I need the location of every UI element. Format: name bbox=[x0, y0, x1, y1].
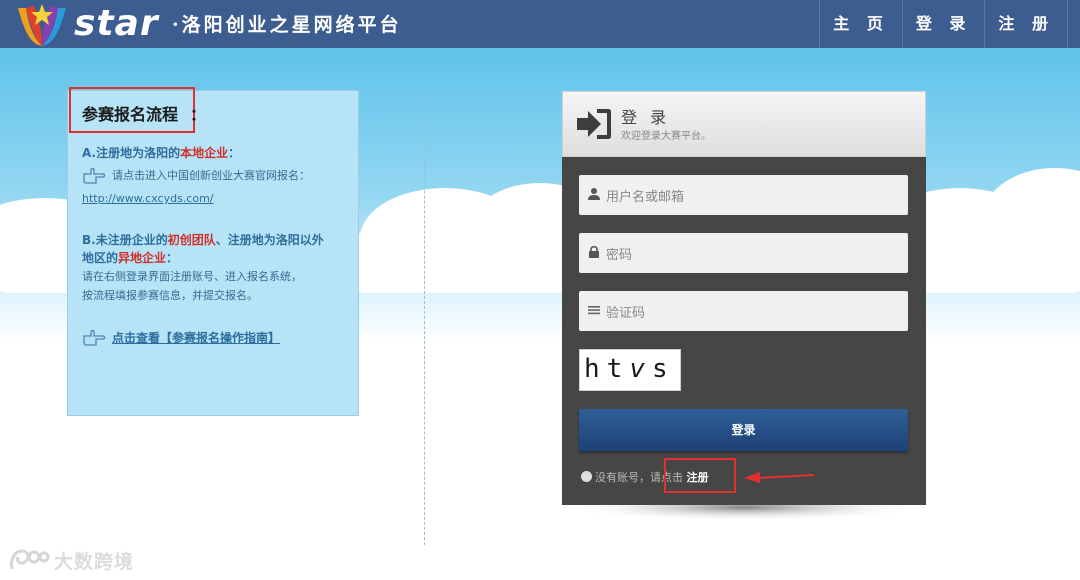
pointing-hand-icon bbox=[83, 329, 106, 346]
login-subtitle: 欢迎登录大赛平台。 bbox=[621, 131, 711, 142]
instruction-line-1: 请在右侧登录界面注册账号、进入报名系统， bbox=[82, 270, 302, 283]
main-nav: 主 页 登 录 注 册 bbox=[819, 0, 1068, 48]
captcha-char: s bbox=[651, 354, 675, 384]
registration-process-panel: 参赛报名流程 ： A.注册地为洛阳的本地企业： 请点击进入中国创新创业大赛官网报… bbox=[67, 87, 359, 416]
user-icon bbox=[588, 188, 600, 200]
register-annotation-box bbox=[664, 458, 736, 493]
section-b-highlight-1: 初创团队 bbox=[167, 233, 216, 247]
sign-in-icon bbox=[577, 109, 611, 139]
login-form: 用户名或邮箱 密码 验证码 htvs 登录 没有账号，请点击 注册 bbox=[562, 157, 926, 505]
panel-shadow bbox=[562, 505, 926, 527]
top-navbar: star ·洛阳创业之星网络平台 主 页 登 录 注 册 bbox=[0, 0, 1080, 48]
logo-text: star bbox=[74, 3, 159, 44]
official-site-hint: 请点击进入中国创新创业大赛官网报名： bbox=[112, 169, 310, 182]
nav-register[interactable]: 注 册 bbox=[984, 0, 1068, 48]
password-input[interactable]: 密码 bbox=[579, 233, 908, 273]
captcha-text: htvs bbox=[584, 354, 675, 384]
section-b-heading-line2: 地区的异地企业： bbox=[82, 249, 178, 267]
login-header: 登 录 欢迎登录大赛平台。 bbox=[562, 91, 926, 157]
section-a-suffix: ： bbox=[228, 146, 241, 160]
password-placeholder: 密码 bbox=[606, 248, 633, 263]
pointing-hand-icon bbox=[83, 167, 106, 184]
section-b-prefix: B.未注册企业的 bbox=[82, 233, 168, 247]
section-b-middle: 、注册地为洛阳以外 bbox=[215, 233, 324, 247]
logo-icon bbox=[18, 4, 66, 46]
login-title: 登 录 bbox=[621, 108, 671, 127]
official-site-link[interactable]: http://www.cxcyds.com/ bbox=[82, 192, 214, 205]
section-b-highlight-2: 异地企业 bbox=[118, 251, 167, 265]
vertical-divider bbox=[424, 90, 425, 545]
section-a-heading: A.注册地为洛阳的本地企业： bbox=[82, 144, 240, 162]
section-a-highlight: 本地企业 bbox=[180, 146, 229, 160]
section-a-prefix: A.注册地为洛阳的 bbox=[82, 146, 181, 160]
guide-link[interactable]: 点击查看【参赛报名操作指南】 bbox=[112, 329, 280, 346]
watermark-text: 大数跨境 bbox=[54, 551, 135, 573]
username-input[interactable]: 用户名或邮箱 bbox=[579, 175, 908, 215]
nav-home[interactable]: 主 页 bbox=[819, 0, 902, 48]
panel-title: 参赛报名流程 bbox=[82, 105, 179, 124]
instruction-line-2: 按流程填报参赛信息，并提交报名。 bbox=[82, 289, 258, 302]
captcha-image[interactable]: htvs bbox=[579, 349, 681, 391]
list-icon bbox=[588, 306, 600, 315]
logo-subtitle: ·洛阳创业之星网络平台 bbox=[172, 14, 402, 36]
captcha-input[interactable]: 验证码 bbox=[579, 291, 908, 331]
section-b-line2-prefix: 地区的 bbox=[82, 251, 119, 265]
watermark-logo-icon bbox=[10, 549, 50, 570]
section-b-line2-suffix: ： bbox=[166, 251, 179, 265]
annotation-arrow-icon bbox=[744, 472, 815, 483]
captcha-char: h bbox=[584, 354, 607, 384]
lock-icon bbox=[589, 245, 599, 258]
arrow-circle-icon bbox=[581, 471, 592, 482]
captcha-char: t bbox=[606, 354, 630, 384]
nav-login[interactable]: 登 录 bbox=[901, 0, 985, 48]
captcha-char: v bbox=[629, 354, 652, 384]
captcha-placeholder: 验证码 bbox=[606, 306, 646, 321]
panel-title-colon: ： bbox=[190, 105, 207, 124]
section-b-heading-line1: B.未注册企业的初创团队、注册地为洛阳以外 bbox=[82, 231, 324, 249]
username-placeholder: 用户名或邮箱 bbox=[606, 190, 685, 205]
login-button[interactable]: 登录 bbox=[579, 409, 908, 451]
